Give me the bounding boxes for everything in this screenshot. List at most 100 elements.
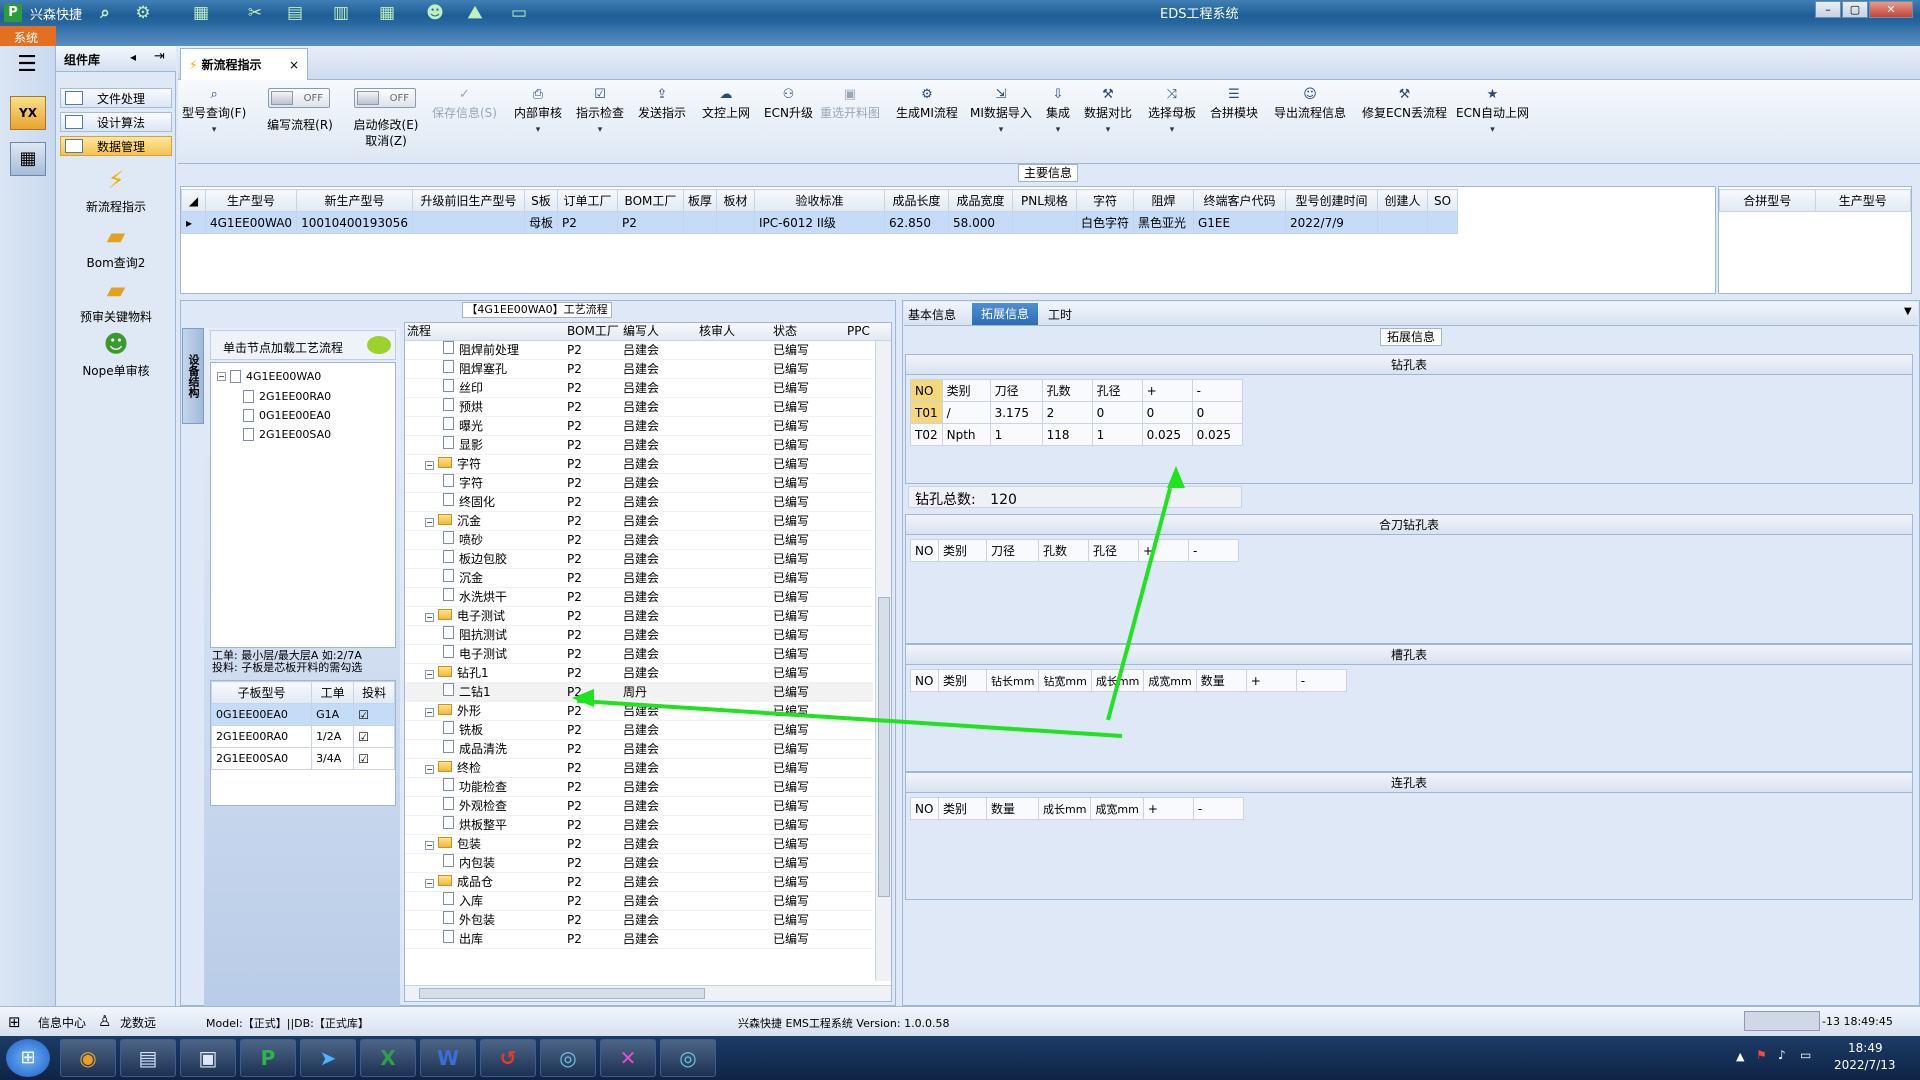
flow-row[interactable]: 水洗烘干 P2 吕建会 已编写 — [405, 588, 873, 607]
flow-factory-cell[interactable]: P2 — [567, 341, 582, 360]
flow-name-cell[interactable]: − 字符 — [425, 455, 481, 474]
flow-status-cell[interactable]: 已编写 — [773, 626, 809, 645]
flow-name-cell[interactable]: 二钻1 — [443, 683, 491, 702]
cell[interactable]: 0G1EE00EA0 — [210, 703, 313, 726]
cell[interactable] — [411, 211, 525, 234]
col-header[interactable]: 生产型号 — [1814, 189, 1911, 212]
flow-writer-cell[interactable]: 吕建会 — [623, 493, 659, 512]
cell[interactable]: 0 — [1191, 401, 1243, 424]
tray-up-icon[interactable]: ▲ — [1736, 1050, 1744, 1063]
flow-name-cell[interactable]: 阻抗测试 — [443, 626, 507, 645]
flow-writer-cell[interactable]: 吕建会 — [623, 778, 659, 797]
flow-writer-cell[interactable]: 吕建会 — [623, 892, 659, 911]
flow-factory-cell[interactable]: P2 — [567, 645, 582, 664]
flow-status-cell[interactable]: 已编写 — [773, 531, 809, 550]
checkbox[interactable]: ☑ — [353, 725, 395, 748]
flow-name-cell[interactable]: 沉金 — [443, 569, 483, 588]
cell[interactable]: P2 — [616, 211, 684, 234]
action-new-flow[interactable]: ⚡ 新流程指示 — [56, 166, 176, 215]
col-header[interactable]: 创建人 — [1377, 189, 1428, 212]
checkbox[interactable]: ☑ — [353, 747, 395, 770]
vertical-scrollbar[interactable] — [875, 341, 891, 981]
collapse-icon[interactable]: − — [425, 613, 434, 622]
col-header[interactable]: 板厚 — [682, 189, 717, 212]
flow-row[interactable]: 板边包胶 P2 吕建会 已编写 — [405, 550, 873, 569]
menu-design[interactable]: 设计算法 — [60, 112, 172, 132]
network-icon[interactable]: ▭ — [1800, 1048, 1811, 1062]
collapse-icon[interactable]: − — [425, 841, 434, 850]
flow-writer-cell[interactable]: 吕建会 — [623, 759, 659, 778]
scroll-thumb[interactable] — [419, 988, 705, 999]
clock-date[interactable]: 2022/7/13 — [1834, 1058, 1896, 1072]
cell[interactable] — [1377, 211, 1428, 234]
flow-status-cell[interactable]: 已编写 — [773, 436, 809, 455]
flow-name-cell[interactable]: − 沉金 — [425, 512, 481, 531]
flow-name-cell[interactable]: 成品清洗 — [443, 740, 507, 759]
flow-writer-cell[interactable]: 吕建会 — [623, 911, 659, 930]
flow-factory-cell[interactable]: P2 — [567, 588, 582, 607]
flow-row[interactable]: 出库 P2 吕建会 已编写 — [405, 930, 873, 949]
taskbar-app-x[interactable]: ✕ — [600, 1039, 656, 1077]
flow-name-cell[interactable]: 阻焊塞孔 — [443, 360, 507, 379]
col-header[interactable]: 合拼型号 — [1719, 189, 1816, 212]
taskbar-app-eye2[interactable]: ◎ — [660, 1039, 716, 1077]
table-row[interactable]: T01/3.175 2 0 0 0 — [910, 401, 1243, 424]
flow-status-cell[interactable]: 已编写 — [773, 569, 809, 588]
cell[interactable]: 4G1EE00WA0 — [204, 211, 298, 234]
system-tab[interactable]: 系统 — [0, 26, 56, 46]
generate-mi-flow-button[interactable]: ⚙ 生成MI流程 — [896, 86, 958, 146]
flow-row[interactable]: 入库 P2 吕建会 已编写 — [405, 892, 873, 911]
collapse-icon[interactable]: − — [425, 765, 434, 774]
flow-factory-cell[interactable]: P2 — [567, 816, 582, 835]
flow-row[interactable]: 铣板 P2 吕建会 已编写 — [405, 721, 873, 740]
table-row[interactable]: ▸ 4G1EE00WA0 10010400193056 母板 P2 P2 IPC… — [181, 211, 1458, 234]
cell[interactable]: 黑色亚光 — [1133, 211, 1194, 234]
col-header[interactable]: PNL规格 — [1011, 189, 1077, 212]
flow-writer-cell[interactable]: 吕建会 — [623, 797, 659, 816]
flow-name-cell[interactable]: 曝光 — [443, 417, 483, 436]
flow-factory-cell[interactable]: P2 — [567, 474, 582, 493]
flow-writer-cell[interactable]: 吕建会 — [623, 645, 659, 664]
mi-data-import-button[interactable]: ⇲ MI数据导入 ▾ — [970, 86, 1032, 146]
flow-factory-cell[interactable]: P2 — [567, 721, 582, 740]
cell[interactable] — [1427, 211, 1458, 234]
flow-status-cell[interactable]: 已编写 — [773, 607, 809, 626]
flow-writer-cell[interactable]: 周丹 — [623, 683, 647, 702]
col-header[interactable]: 阻焊 — [1133, 189, 1194, 212]
flow-name-cell[interactable]: 烘板整平 — [443, 816, 507, 835]
flow-name-cell[interactable]: 丝印 — [443, 379, 483, 398]
flow-status-cell[interactable]: 已编写 — [773, 360, 809, 379]
flow-row[interactable]: 丝印 P2 吕建会 已编写 — [405, 379, 873, 398]
info-center-label[interactable]: 信息中心 — [38, 1014, 86, 1031]
taskbar-app-red[interactable]: ↺ — [480, 1039, 536, 1077]
flow-factory-cell[interactable]: P2 — [567, 436, 582, 455]
flow-writer-cell[interactable]: 吕建会 — [623, 436, 659, 455]
collapse-icon[interactable]: − — [425, 879, 434, 888]
cell[interactable]: 10010400193056 — [296, 211, 413, 234]
flow-status-cell[interactable]: 已编写 — [773, 379, 809, 398]
table2-icon[interactable]: ▦ — [376, 3, 398, 23]
cell[interactable]: 62.850 — [883, 211, 949, 234]
cell[interactable]: 2 — [1041, 401, 1093, 424]
flow-factory-cell[interactable]: P2 — [567, 512, 582, 531]
cell[interactable] — [715, 211, 755, 234]
cell[interactable]: IPC-6012 II级 — [753, 211, 885, 234]
flow-row[interactable]: 阻抗测试 P2 吕建会 已编写 — [405, 626, 873, 645]
cell[interactable]: 白色字符 — [1075, 211, 1135, 234]
flow-factory-cell[interactable]: P2 — [567, 398, 582, 417]
taskbar-app-save[interactable]: ▣ — [180, 1039, 236, 1077]
flow-writer-cell[interactable]: 吕建会 — [623, 740, 659, 759]
integrate-button[interactable]: ⇩ 集成 ▾ — [1046, 86, 1070, 146]
cell[interactable]: 1 — [1091, 423, 1143, 446]
flow-row[interactable]: 成品清洗 P2 吕建会 已编写 — [405, 740, 873, 759]
tab-new-flow[interactable]: ⚡ 新流程指示 × — [180, 48, 308, 80]
flow-row[interactable]: 预烘 P2 吕建会 已编写 — [405, 398, 873, 417]
cell[interactable]: T01 — [910, 401, 943, 424]
taskbar-app-eds[interactable]: P — [240, 1039, 296, 1077]
collapse-icon[interactable]: − — [425, 670, 434, 679]
table-row[interactable]: 2G1EE00RA0 1/2A ☑ — [210, 725, 395, 748]
flow-row[interactable]: 曝光 P2 吕建会 已编写 — [405, 417, 873, 436]
cell[interactable]: 2G1EE00RA0 — [210, 725, 313, 748]
flow-name-cell[interactable]: 字符 — [443, 474, 483, 493]
search-icon[interactable]: ⌕ — [94, 3, 116, 23]
